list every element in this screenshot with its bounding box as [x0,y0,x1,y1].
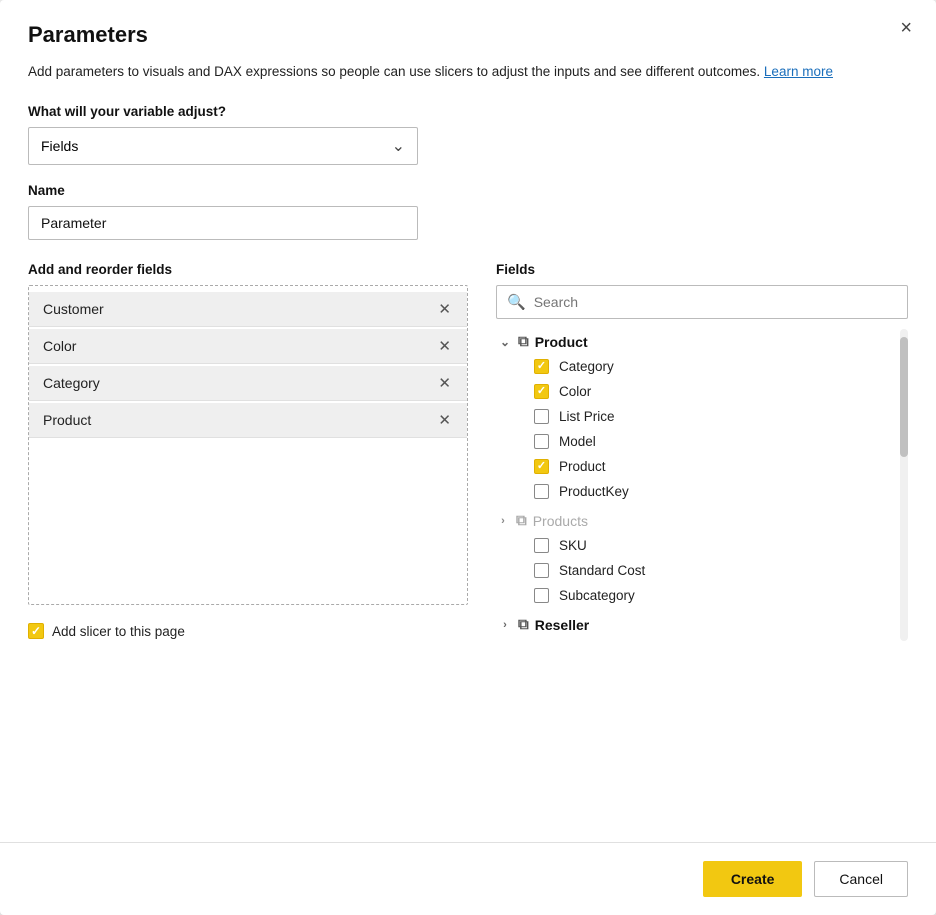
tree-item-label-standardcost: Standard Cost [559,563,645,578]
add-slicer-row: ✓ Add slicer to this page [28,623,468,639]
tree-item-standardcost: Standard Cost [532,558,908,583]
table-icon-product: ⧉ [518,333,529,350]
field-item-customer: Customer ✕ [29,292,467,327]
tree-item-product: ✓ Product [532,454,908,479]
left-column: Add and reorder fields Customer ✕ Color … [28,262,468,641]
product-children: ✓ Category ✓ Color [496,354,908,504]
field-item-color: Color ✕ [29,329,467,364]
checkbox-product[interactable]: ✓ [534,459,549,474]
name-input[interactable] [28,206,418,240]
tree-item-category: ✓ Category [532,354,908,379]
expand-icon-products: › [496,515,510,527]
remove-customer-button[interactable]: ✕ [436,302,453,317]
expand-icon-reseller: › [498,619,512,631]
search-icon: 🔍 [507,293,526,311]
fields-tree: ⌄ ⧉ Product ✓ Category [496,329,908,641]
fields-list-box: Customer ✕ Color ✕ Category ✕ Product ✕ [28,285,468,605]
dialog-body: What will your variable adjust? Fields ⌄… [0,86,936,832]
tree-item-productkey: ProductKey [532,479,908,504]
tree-group-products-header[interactable]: › ⧉ Products [496,508,908,533]
checkbox-productkey[interactable] [534,484,549,499]
search-input[interactable] [534,294,897,310]
two-column-layout: Add and reorder fields Customer ✕ Color … [28,262,908,641]
tree-group-product: ⌄ ⧉ Product ✓ Category [496,329,908,504]
scrollbar-track [900,329,908,641]
products-children: SKU Standard Cost Subcategory [496,533,908,608]
checkbox-subcategory[interactable] [534,588,549,603]
table-icon-reseller: ⧉ [518,616,529,633]
tree-item-label-listprice: List Price [559,409,615,424]
name-section: Name [28,183,908,240]
variable-dropdown[interactable]: Fields ⌄ [28,127,418,165]
tree-item-listprice: List Price [532,404,908,429]
field-name-customer: Customer [43,301,104,317]
tree-group-reseller-header[interactable]: › ⧉ Reseller [496,612,908,637]
dialog-title: Parameters [28,22,908,48]
scrollbar-thumb[interactable] [900,337,908,457]
dialog-description: Add parameters to visuals and DAX expres… [28,62,908,82]
tree-item-model: Model [532,429,908,454]
group-name-products: Products [533,513,588,529]
tree-item-label-model: Model [559,434,596,449]
name-label: Name [28,183,908,198]
remove-category-button[interactable]: ✕ [436,376,453,391]
tree-item-subcategory: Subcategory [532,583,908,608]
checkmark-icon: ✓ [31,625,41,637]
add-slicer-label: Add slicer to this page [52,624,185,639]
dialog-header: Parameters × Add parameters to visuals a… [0,0,936,86]
variable-label: What will your variable adjust? [28,104,908,119]
add-reorder-label: Add and reorder fields [28,262,468,277]
create-button[interactable]: Create [703,861,803,897]
close-button[interactable]: × [894,16,918,40]
tree-item-color: ✓ Color [532,379,908,404]
checkbox-sku[interactable] [534,538,549,553]
group-name-reseller: Reseller [535,617,589,633]
right-column: Fields 🔍 ⌄ ⧉ Product [496,262,908,641]
checkbox-standardcost[interactable] [534,563,549,578]
collapse-icon: ⌄ [498,335,512,349]
tree-item-sku: SKU [532,533,908,558]
chevron-down-icon: ⌄ [392,136,405,156]
description-text: Add parameters to visuals and DAX expres… [28,64,764,79]
search-box: 🔍 [496,285,908,319]
tree-item-label-sku: SKU [559,538,587,553]
tree-group-products: › ⧉ Products SKU Standard Cost [496,508,908,608]
tree-item-label-color: Color [559,384,591,399]
group-name-product: Product [535,334,588,350]
field-name-product: Product [43,412,91,428]
remove-product-button[interactable]: ✕ [436,413,453,428]
learn-more-link[interactable]: Learn more [764,64,833,79]
tree-group-reseller: › ⧉ Reseller [496,612,908,637]
check-icon-category: ✓ [537,361,546,372]
tree-item-label-product: Product [559,459,606,474]
remove-color-button[interactable]: ✕ [436,339,453,354]
add-slicer-checkbox[interactable]: ✓ [28,623,44,639]
parameters-dialog: Parameters × Add parameters to visuals a… [0,0,936,915]
tree-group-product-header[interactable]: ⌄ ⧉ Product [496,329,908,354]
checkbox-category[interactable]: ✓ [534,359,549,374]
checkbox-model[interactable] [534,434,549,449]
field-item-product: Product ✕ [29,403,467,438]
field-name-category: Category [43,375,100,391]
table-icon-products: ⧉ [516,512,527,529]
fields-panel-label: Fields [496,262,908,277]
dropdown-value: Fields [41,138,78,154]
field-item-category: Category ✕ [29,366,467,401]
tree-item-label-productkey: ProductKey [559,484,629,499]
variable-section: What will your variable adjust? Fields ⌄ [28,104,908,165]
checkbox-color[interactable]: ✓ [534,384,549,399]
checkbox-listprice[interactable] [534,409,549,424]
tree-item-label-subcategory: Subcategory [559,588,635,603]
tree-item-label-category: Category [559,359,614,374]
dialog-footer: Create Cancel [0,842,936,915]
cancel-button[interactable]: Cancel [814,861,908,897]
field-name-color: Color [43,338,76,354]
check-icon-color: ✓ [537,386,546,397]
check-icon-product: ✓ [537,461,546,472]
